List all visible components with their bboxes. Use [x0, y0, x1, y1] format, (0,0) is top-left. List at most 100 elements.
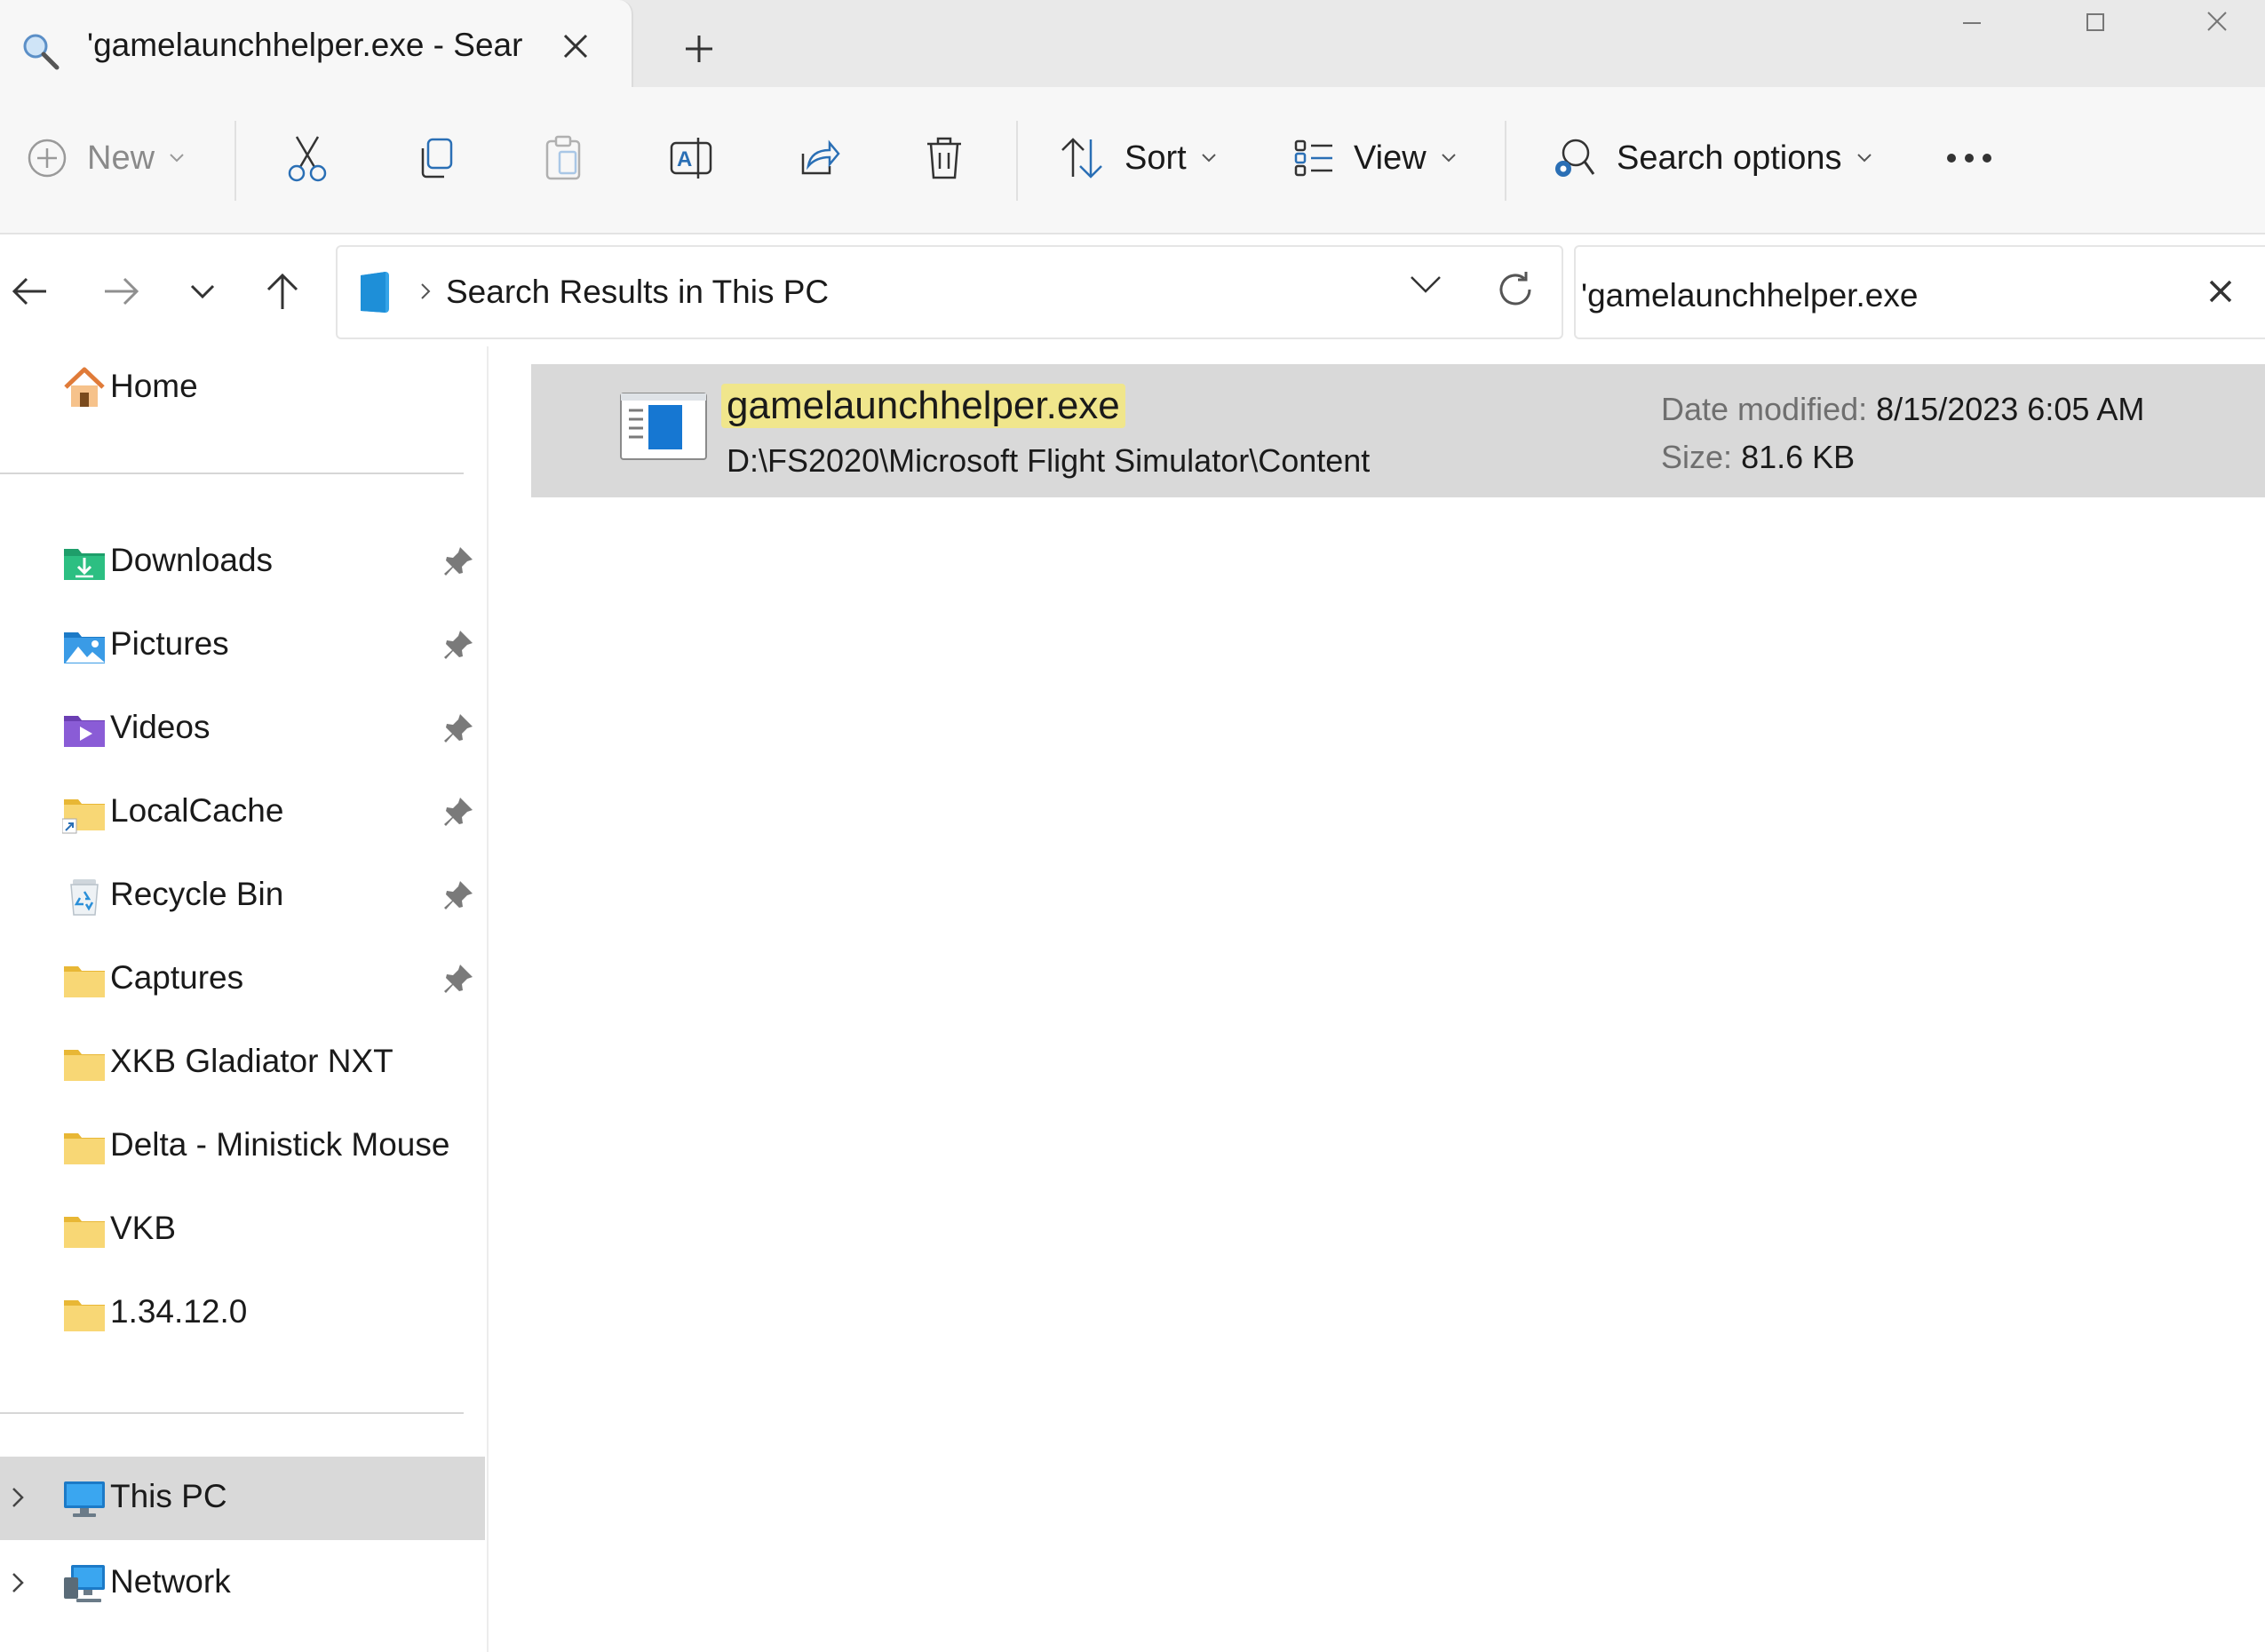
sidebar-item-downloads[interactable]: Downloads	[0, 520, 485, 604]
pin-icon[interactable]	[444, 963, 474, 995]
pin-icon[interactable]	[444, 545, 474, 577]
minimize-icon[interactable]	[1945, 5, 1999, 41]
sidebar-item-label: XKB Gladiator NXT	[110, 1043, 393, 1079]
sort-label: Sort	[1125, 139, 1187, 177]
separator	[1505, 121, 1506, 201]
divider	[0, 1412, 464, 1414]
chevron-down-icon	[1201, 154, 1216, 163]
back-button[interactable]	[4, 265, 57, 318]
search-results-icon	[361, 272, 389, 313]
delete-button[interactable]	[924, 126, 965, 190]
arrow-up-icon	[266, 273, 298, 309]
divider	[0, 473, 464, 474]
sidebar-item-label: Pictures	[110, 625, 229, 662]
arrow-left-icon	[12, 277, 46, 306]
more-icon	[1947, 154, 1991, 163]
close-window-icon[interactable]	[2190, 5, 2244, 41]
sidebar-item-captures[interactable]: Captures	[0, 938, 485, 1021]
view-button[interactable]: View	[1293, 126, 1457, 190]
close-icon[interactable]	[2203, 274, 2238, 309]
arrow-right-icon	[105, 277, 139, 306]
recent-locations-button[interactable]	[176, 265, 229, 318]
folder-icon	[64, 966, 105, 997]
sort-icon	[1061, 138, 1102, 179]
file-size-value: 81.6 KB	[1741, 439, 1856, 475]
sort-button[interactable]: Sort	[1059, 126, 1217, 190]
more-options-button[interactable]	[1945, 126, 1993, 190]
sidebar-item-delta-ministick-mouse[interactable]: Delta - Ministick Mouse	[0, 1105, 485, 1188]
search-icon	[23, 34, 60, 70]
view-label: View	[1354, 139, 1427, 177]
folder-icon	[64, 1133, 105, 1164]
file-path: D:\FS2020\Microsoft Flight Simulator\Con…	[727, 442, 1371, 479]
date-modified: Date modified: 8/15/2023 6:05 AM	[1661, 391, 2144, 428]
refresh-icon[interactable]	[1494, 268, 1537, 311]
separator	[234, 121, 236, 201]
svg-text:A: A	[677, 147, 692, 171]
up-button[interactable]	[256, 265, 309, 318]
trash-icon	[927, 137, 961, 179]
videos-folder-icon	[64, 716, 105, 747]
search-box[interactable]: 'gamelaunchhelper.exe	[1574, 245, 2265, 339]
sidebar-item-recycle-bin[interactable]: Recycle Bin	[0, 854, 485, 938]
paste-button[interactable]	[542, 126, 584, 190]
sidebar-item-1-34-12-0[interactable]: 1.34.12.0	[0, 1272, 485, 1355]
title-bar: 'gamelaunchhelper.exe - Sear	[0, 0, 2265, 89]
address-bar[interactable]: Search Results in This PC	[336, 245, 1563, 339]
sidebar-item-label: Videos	[110, 709, 211, 745]
rename-button[interactable]: A	[668, 126, 714, 190]
cut-button[interactable]	[286, 126, 329, 190]
copy-button[interactable]	[414, 126, 457, 190]
search-result-row[interactable]: gamelaunchhelper.exe D:\FS2020\Microsoft…	[531, 364, 2265, 497]
new-button[interactable]: New	[27, 126, 185, 190]
sidebar-item-label: Home	[110, 368, 198, 404]
search-input[interactable]: 'gamelaunchhelper.exe	[1581, 277, 1918, 314]
share-button[interactable]	[796, 126, 840, 190]
sidebar-item-this-pc[interactable]: This PC	[0, 1457, 485, 1540]
scissors-icon	[288, 136, 327, 182]
copy-icon	[421, 138, 453, 179]
rename-icon: A	[670, 138, 712, 179]
chevron-right-icon[interactable]	[9, 1483, 27, 1512]
search-options-button[interactable]: Search options	[1551, 126, 1872, 190]
file-size: Size: 81.6 KB	[1661, 439, 1855, 476]
maximize-icon[interactable]	[2068, 5, 2121, 41]
search-options-label: Search options	[1617, 139, 1842, 177]
sidebar-item-pictures[interactable]: Pictures	[0, 604, 485, 687]
sidebar-item-label: Captures	[110, 959, 244, 996]
tab-title: 'gamelaunchhelper.exe - Sear	[87, 27, 523, 63]
pin-icon[interactable]	[444, 712, 474, 744]
separator	[1016, 121, 1018, 201]
chevron-down-icon	[1856, 154, 1872, 163]
chevron-right-icon	[421, 283, 431, 299]
sidebar-item-network[interactable]: Network	[0, 1542, 485, 1625]
sidebar-item-vkb[interactable]: VKB	[0, 1188, 485, 1272]
new-tab-icon[interactable]	[677, 27, 721, 71]
sidebar-item-xkb-gladiator-nxt[interactable]: XKB Gladiator NXT	[0, 1021, 485, 1105]
new-label: New	[87, 139, 155, 177]
file-name[interactable]: gamelaunchhelper.exe	[721, 384, 1125, 428]
chevron-down-icon[interactable]	[1409, 274, 1442, 295]
pin-icon[interactable]	[444, 796, 474, 828]
date-modified-label: Date modified:	[1661, 391, 1868, 427]
pin-icon[interactable]	[444, 879, 474, 911]
tab-search-results[interactable]: 'gamelaunchhelper.exe - Sear	[0, 0, 633, 89]
sidebar-item-localcache[interactable]: LocalCache	[0, 771, 485, 854]
folder-icon	[64, 1050, 105, 1081]
sidebar-item-label: Downloads	[110, 542, 274, 578]
forward-button[interactable]	[94, 265, 147, 318]
sidebar-item-home[interactable]: Home	[0, 346, 485, 430]
close-tab-icon[interactable]	[556, 27, 595, 66]
view-list-icon	[1294, 139, 1332, 177]
sidebar-item-label: This PC	[110, 1478, 227, 1514]
navigation-pane: Home Downloads Pictures Videos LocalCach…	[0, 346, 489, 1652]
sidebar-item-videos[interactable]: Videos	[0, 687, 485, 771]
folder-icon	[64, 1217, 105, 1248]
pin-icon[interactable]	[444, 629, 474, 661]
downloads-folder-icon	[64, 549, 105, 580]
network-icon	[64, 1565, 105, 1602]
sidebar-item-label: Recycle Bin	[110, 876, 284, 912]
chevron-right-icon[interactable]	[9, 1569, 27, 1597]
breadcrumb[interactable]: Search Results in This PC	[446, 274, 829, 311]
chevron-down-icon	[190, 284, 215, 299]
